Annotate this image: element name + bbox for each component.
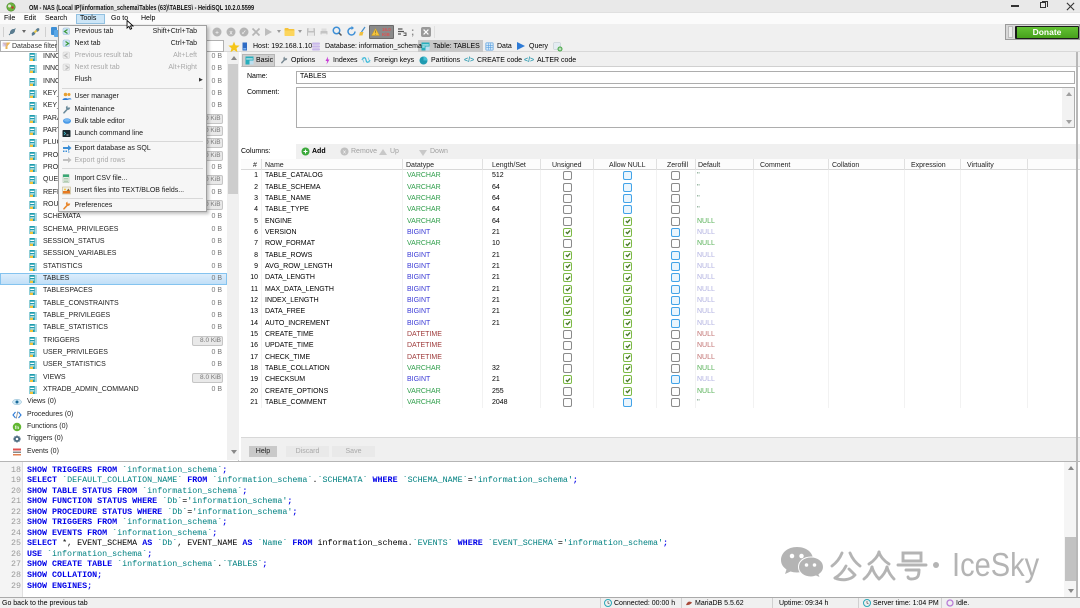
svg-text:✓: ✓	[241, 29, 246, 36]
svg-text:fn: fn	[15, 425, 19, 430]
svg-text:+: +	[215, 29, 219, 36]
svg-text:x: x	[343, 150, 346, 156]
svg-text:!: !	[375, 31, 376, 37]
